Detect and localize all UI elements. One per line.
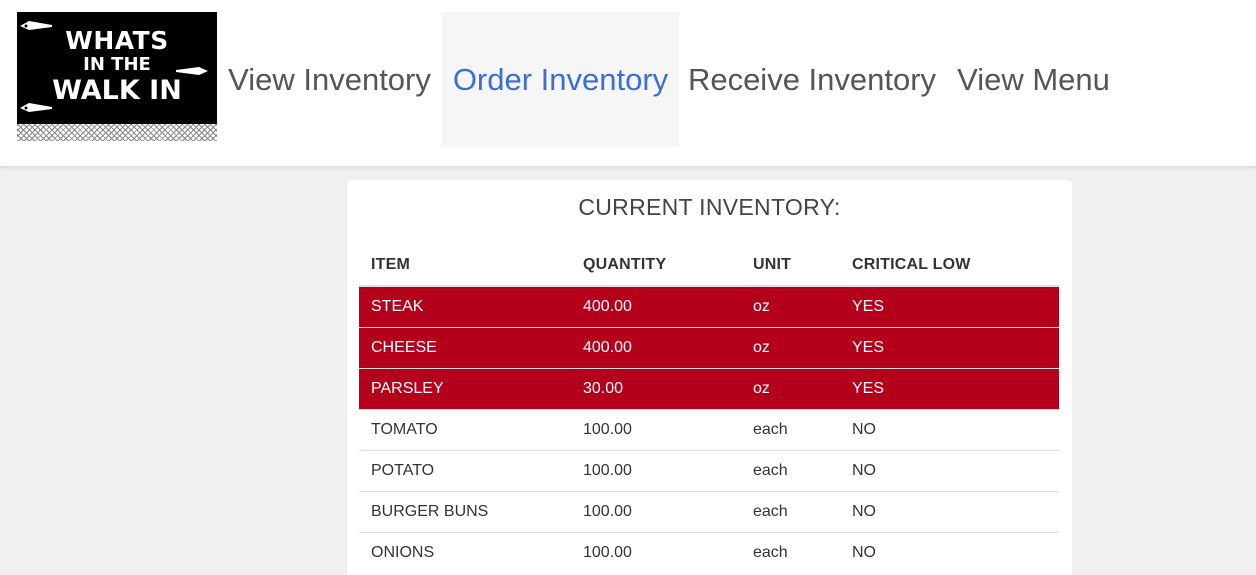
nav-receive-inventory[interactable]: Receive Inventory [681,12,943,147]
logo-line: WALK IN [52,75,182,106]
cell-critical-low: NO [840,490,1059,532]
cell-quantity: 100.00 [571,449,741,491]
inventory-card: CURRENT INVENTORY: ITEM QUANTITY UNIT CR… [347,180,1072,575]
table-header-row: ITEM QUANTITY UNIT CRITICAL LOW [359,244,1059,287]
cell-quantity: 100.00 [571,490,741,532]
nav-view-inventory[interactable]: View Inventory [222,12,437,147]
cell-critical-low: NO [840,408,1059,450]
cell-critical-low: YES [840,285,1059,327]
cell-quantity: 100.00 [571,531,741,573]
cell-unit: each [741,490,840,532]
table-row: STEAK 400.00 oz YES [359,285,1059,327]
logo-chainmail-pattern [17,124,217,141]
table-row: BURGER BUNS 100.00 each NO [359,490,1059,532]
cell-unit: oz [741,367,840,409]
inventory-title: CURRENT INVENTORY: [578,194,841,220]
cell-item: PARSLEY [359,367,571,409]
cell-quantity: 400.00 [571,326,741,368]
logo-line: IN THE [83,54,151,75]
top-navbar: WHATS IN THE WALK IN View Inventory Orde… [0,0,1256,166]
logo-line: WHATS [65,26,169,55]
cell-quantity: 100.00 [571,408,741,450]
table-row: PARSLEY 30.00 oz YES [359,367,1059,409]
cell-item: ONIONS [359,531,571,573]
app-logo[interactable]: WHATS IN THE WALK IN [17,12,217,141]
cell-unit: each [741,531,840,573]
cell-unit: each [741,449,840,491]
column-header-critical-low: CRITICAL LOW [840,244,1059,287]
cell-item: TOMATO [359,408,571,450]
cell-critical-low: NO [840,449,1059,491]
cell-critical-low: YES [840,367,1059,409]
cell-unit: oz [741,326,840,368]
cell-unit: oz [741,285,840,327]
cell-critical-low: YES [840,326,1059,368]
column-header-unit: UNIT [741,244,840,287]
cell-quantity: 400.00 [571,285,741,327]
table-row: TOMATO 100.00 each NO [359,408,1059,450]
nav-view-menu[interactable]: View Menu [946,12,1121,147]
nav-order-inventory[interactable]: Order Inventory [442,12,679,147]
cell-critical-low: NO [840,531,1059,573]
cell-item: POTATO [359,449,571,491]
cell-item: STEAK [359,285,571,327]
logo-wordmark: WHATS IN THE WALK IN [17,28,217,104]
cell-item: BURGER BUNS [359,490,571,532]
table-row: POTATO 100.00 each NO [359,449,1059,491]
column-header-quantity: QUANTITY [571,244,741,287]
cell-item: CHEESE [359,326,571,368]
cell-unit: each [741,408,840,450]
column-header-item: ITEM [359,244,571,287]
table-row: ONIONS 100.00 each NO [359,531,1059,573]
inventory-table: ITEM QUANTITY UNIT CRITICAL LOW STEAK 400… [359,244,1059,573]
table-row: CHEESE 400.00 oz YES [359,326,1059,368]
cell-quantity: 30.00 [571,367,741,409]
